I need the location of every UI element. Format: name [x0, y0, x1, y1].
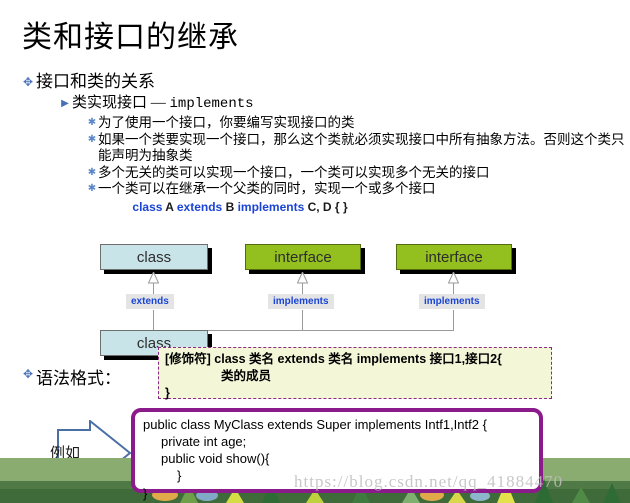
realization-arrowhead-icon — [447, 270, 460, 284]
outline-item-level3: ✱ 如果一个类要实现一个接口，那么这个类就必须实现接口中所有抽象方法。否则这个类… — [0, 132, 630, 164]
relation-label-extends: extends — [126, 294, 174, 309]
outline-item-level2-label: 类实现接口 — implements — [72, 95, 630, 113]
outline-item-level1: ✥ 接口和类的关系 — [0, 72, 630, 92]
outline-item-level3: ✱ 多个无关的类可以实现一个接口，一个类可以实现多个无关的接口 — [0, 165, 630, 181]
signature-token-keyword: extends — [176, 200, 223, 215]
relation-label-text: extends — [131, 296, 169, 307]
outline-item-level3: ✱ 一个类可以在继承一个父类的同时，实现一个或多个接口 — [0, 181, 630, 197]
outline-item-level3-label: 为了使用一个接口，你要编写实现接口的类 — [98, 114, 355, 130]
relation-label-implements-2: implements — [419, 294, 485, 309]
signature-token-identifier: C, D { } — [304, 200, 348, 215]
inline-signature-line: class A extends B implements C, D { } — [0, 200, 630, 214]
realization-arrowhead-icon — [296, 270, 309, 284]
uml-diagram: class interface interface extends implem… — [0, 238, 630, 358]
syntax-format-label-text: 语法格式： — [36, 369, 121, 388]
outline-item-level3-label: 一个类可以在继承一个父类的同时，实现一个或多个接口 — [98, 181, 436, 197]
generalization-arrowhead-icon — [147, 270, 160, 284]
syntax-note-box: [修饰符] class 类名 extends 类名 implements 接口1… — [158, 347, 552, 400]
signature-token-identifier: A — [162, 200, 177, 215]
syntax-note-line: 类的成员 — [221, 368, 272, 383]
code-line: } — [177, 468, 182, 484]
connector-line — [153, 310, 154, 330]
cross-arrow-bullet-icon: ✥ — [22, 367, 34, 381]
connector-line — [302, 310, 303, 330]
uml-box-label: class — [136, 248, 172, 266]
page-title: 类和接口的继承 — [22, 21, 239, 54]
syntax-note-line: [修饰符] class 类名 extends 类名 implements 接口1… — [165, 352, 502, 366]
relation-label-text: implements — [273, 296, 329, 307]
example-code-box: public class MyClass extends Super imple… — [131, 408, 543, 501]
signature-token-keyword: implements — [237, 200, 305, 215]
outline-item-level2-prefix: 类实现接口 — — [72, 95, 170, 112]
outline-item-level3-label: 多个无关的类可以实现一个接口，一个类可以实现多个无关的接口 — [98, 164, 490, 180]
outline-item-level1-label: 接口和类的关系 — [36, 72, 155, 91]
code-line: private int age; — [161, 434, 247, 450]
connector-line — [453, 310, 454, 330]
outline-item-level2-keyword: implements — [169, 96, 254, 113]
uml-box-label: interface — [425, 248, 483, 266]
outline-item-level3: ✱ 为了使用一个接口，你要编写实现接口的类 — [0, 115, 630, 131]
outline-list: ✥ 接口和类的关系 ▶ 类实现接口 — implements ✱ 为了使用一个接… — [0, 72, 630, 214]
signature-token-keyword: class — [132, 200, 163, 215]
star-bullet-icon: ✱ — [87, 166, 97, 178]
uml-box-interface-1: interface — [245, 244, 361, 270]
tree-icon — [603, 483, 621, 503]
code-line: } — [143, 485, 148, 501]
outline-item-level3-label: 如果一个类要实现一个接口，那么这个类就必须实现接口中所有抽象方法。否则这个类只能… — [98, 131, 625, 163]
uml-box-label: interface — [274, 248, 332, 266]
code-line: public void show(){ — [161, 451, 270, 467]
cross-arrow-bullet-icon: ✥ — [22, 75, 34, 89]
relation-label-implements-1: implements — [268, 294, 334, 309]
relation-label-text: implements — [424, 296, 480, 307]
triangle-bullet-icon: ▶ — [61, 98, 69, 110]
tree-icon — [572, 487, 590, 503]
star-bullet-icon: ✱ — [87, 183, 97, 195]
syntax-format-label: ✥ 语法格式： — [20, 364, 121, 389]
code-line: public class MyClass extends Super imple… — [143, 417, 487, 432]
uml-box-class-parent: class — [100, 244, 208, 270]
signature-token-identifier: B — [222, 200, 238, 215]
star-bullet-icon: ✱ — [87, 116, 97, 128]
syntax-note-line: } — [165, 385, 170, 400]
uml-box-interface-2: interface — [396, 244, 512, 270]
outline-item-level2: ▶ 类实现接口 — implements — [0, 95, 630, 113]
star-bullet-icon: ✱ — [87, 133, 97, 145]
